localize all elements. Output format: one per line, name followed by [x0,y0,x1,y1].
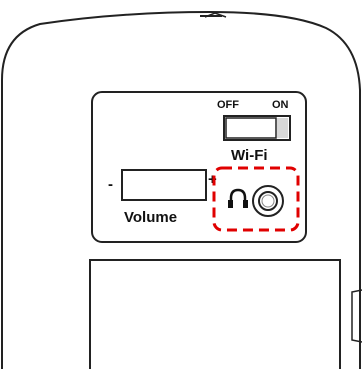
volume-minus-label: - [108,176,113,193]
volume-caption: Volume [124,209,177,226]
wifi-switch-knob[interactable] [225,117,277,139]
wifi-caption: Wi-Fi [231,147,268,164]
device-diagram: OFF ON Wi-Fi - + Volume [0,10,362,369]
wifi-switch-shadow [277,118,288,138]
wifi-on-label: ON [272,99,289,111]
wifi-off-label: OFF [217,99,239,111]
audio-jack-icon[interactable] [252,185,284,217]
wifi-switch[interactable] [223,115,291,141]
screen-panel [89,259,341,369]
volume-slider[interactable] [121,169,207,201]
